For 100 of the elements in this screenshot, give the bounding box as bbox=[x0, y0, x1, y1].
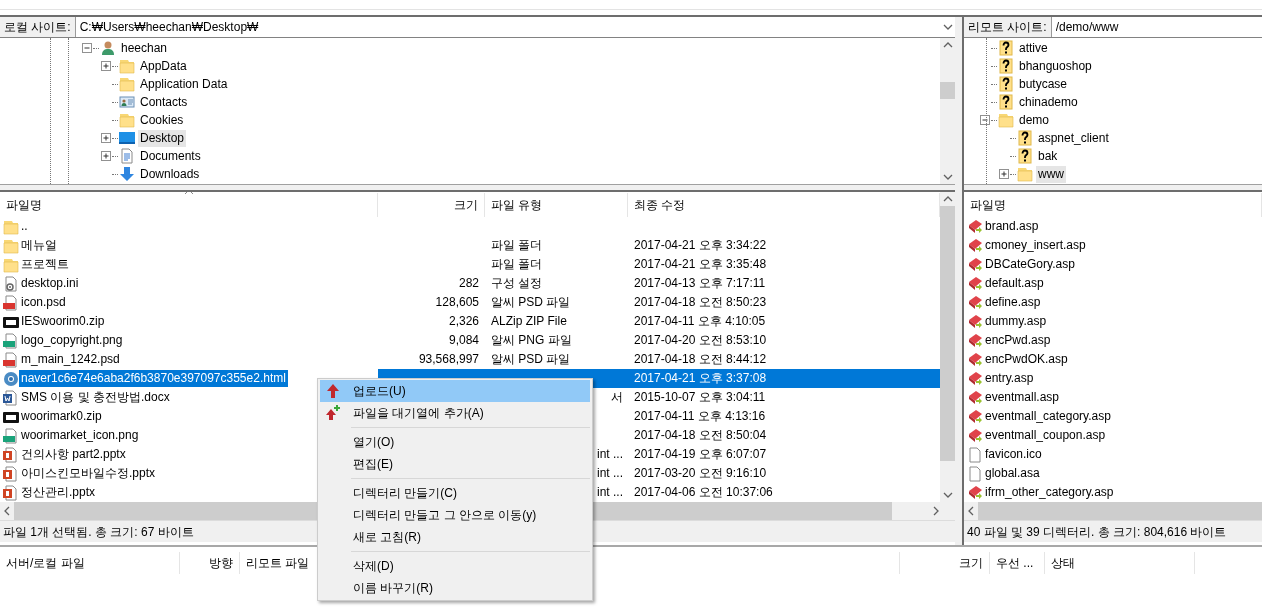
column-header[interactable]: 크기 bbox=[900, 552, 990, 574]
script-file-icon bbox=[967, 389, 983, 406]
file-name[interactable]: encPwdOK.asp bbox=[983, 351, 1070, 368]
file-name[interactable]: favicon.ico bbox=[983, 446, 1044, 463]
scroll-thumb[interactable] bbox=[940, 206, 955, 461]
presentation-file-icon bbox=[3, 465, 19, 482]
file-name[interactable]: cmoney_insert.asp bbox=[983, 237, 1088, 254]
expand-toggle[interactable] bbox=[101, 60, 112, 72]
question-folder-icon bbox=[998, 40, 1014, 56]
file-icon bbox=[967, 465, 983, 482]
splitter[interactable] bbox=[964, 184, 1262, 192]
menu-item[interactable]: 편집(E) bbox=[320, 453, 590, 475]
modified-date: 2017-04-18 오전 8:44:12 bbox=[634, 352, 767, 366]
column-header[interactable]: 파일명 bbox=[964, 193, 1262, 217]
file-type: 서 bbox=[611, 390, 623, 404]
menu-item[interactable]: 삭제(D) bbox=[320, 555, 590, 577]
expand-toggle[interactable] bbox=[101, 132, 112, 144]
tree-item[interactable]: Desktop bbox=[138, 129, 187, 147]
tree-item[interactable]: Contacts bbox=[138, 93, 190, 111]
expand-toggle[interactable] bbox=[101, 150, 112, 162]
file-name[interactable]: entry.asp bbox=[983, 370, 1036, 387]
collapse-toggle[interactable] bbox=[82, 42, 93, 54]
menu-label: 디렉터리 만들기(C) bbox=[353, 485, 457, 502]
file-name[interactable]: 건의사항 part2.pptx bbox=[19, 446, 128, 463]
tree-item[interactable]: Application Data bbox=[138, 75, 230, 93]
file-name[interactable]: 프로젝트 bbox=[19, 256, 71, 273]
tree-item[interactable]: bak bbox=[1036, 147, 1060, 165]
column-header[interactable]: 서버/로컬 파일 bbox=[0, 552, 180, 574]
file-name[interactable]: ifrm_other_category.asp bbox=[983, 484, 1116, 501]
column-header[interactable]: 우선 ... bbox=[990, 552, 1045, 574]
settings-file-icon bbox=[3, 275, 19, 292]
image-file-icon bbox=[3, 332, 19, 349]
expand-toggle[interactable] bbox=[999, 168, 1010, 180]
image-file-icon bbox=[3, 427, 19, 444]
menu-item[interactable]: 파일을 대기열에 추가(A) bbox=[320, 402, 590, 424]
scrollbar[interactable] bbox=[940, 38, 955, 184]
scrollbar[interactable] bbox=[940, 192, 955, 502]
file-name[interactable]: DBCateGory.asp bbox=[983, 256, 1077, 273]
file-type: int ... bbox=[597, 466, 623, 480]
tree-item[interactable]: chinademo bbox=[1017, 93, 1080, 111]
presentation-file-icon bbox=[3, 484, 19, 501]
presentation-file-icon bbox=[3, 446, 19, 463]
file-name[interactable]: define.asp bbox=[983, 294, 1043, 311]
modified-date: 2017-04-18 오전 8:50:04 bbox=[634, 428, 767, 442]
file-name[interactable]: SMS 이용 및 충전방법.docx bbox=[19, 389, 172, 406]
tree-item[interactable]: Cookies bbox=[138, 111, 186, 129]
file-name[interactable]: m_main_1242.psd bbox=[19, 351, 122, 368]
word-document-icon bbox=[3, 389, 19, 406]
tree-item[interactable]: aspnet_client bbox=[1036, 129, 1111, 147]
modified-date: 2017-03-20 오전 9:16:10 bbox=[634, 466, 767, 480]
file-name[interactable]: naver1c6e74e6aba2f6b3870e397097c355e2.html bbox=[19, 370, 288, 387]
tree-item[interactable]: demo bbox=[1017, 111, 1052, 129]
folder-icon bbox=[119, 76, 135, 92]
column-header[interactable]: 파일 유형 bbox=[485, 193, 628, 217]
splitter[interactable] bbox=[0, 184, 955, 192]
tree-item[interactable]: attive bbox=[1017, 39, 1050, 57]
modified-date: 2017-04-21 오후 3:35:48 bbox=[634, 257, 767, 271]
menu-item[interactable]: 업로드(U) bbox=[320, 380, 590, 402]
file-name[interactable]: woorimark0.zip bbox=[19, 408, 104, 425]
file-name[interactable]: dummy.asp bbox=[983, 313, 1049, 330]
file-name[interactable]: logo_copyright.png bbox=[19, 332, 125, 349]
file-name[interactable]: encPwd.asp bbox=[983, 332, 1053, 349]
column-header[interactable]: 크기 bbox=[378, 193, 485, 217]
monitor-icon bbox=[119, 130, 135, 146]
tree-item[interactable]: Documents bbox=[138, 147, 203, 165]
column-header[interactable]: 상태 bbox=[1045, 552, 1195, 574]
file-name[interactable]: woorimarket_icon.png bbox=[19, 427, 141, 444]
tree-item[interactable]: bhanguoshop bbox=[1017, 57, 1094, 75]
script-file-icon bbox=[967, 370, 983, 387]
file-name[interactable]: brand.asp bbox=[983, 218, 1041, 235]
user-icon bbox=[100, 40, 116, 56]
file-name[interactable]: global.asa bbox=[983, 465, 1042, 482]
file-type: 알씨 PNG 파일 bbox=[491, 333, 572, 347]
tree-item[interactable]: heechan bbox=[119, 39, 170, 57]
file-name[interactable]: icon.psd bbox=[19, 294, 68, 311]
file-name[interactable]: IESwoorim0.zip bbox=[19, 313, 107, 330]
scroll-thumb[interactable] bbox=[940, 82, 955, 99]
file-name[interactable]: 메뉴얼 bbox=[19, 237, 59, 254]
tree-item[interactable]: AppData bbox=[138, 57, 189, 75]
menu-item[interactable]: 이름 바꾸기(R) bbox=[320, 577, 590, 599]
file-name[interactable]: desktop.ini bbox=[19, 275, 81, 292]
file-size: 93,568,997 bbox=[418, 352, 479, 366]
file-name[interactable]: eventmall.asp bbox=[983, 389, 1062, 406]
file-name[interactable]: eventmall_coupon.asp bbox=[983, 427, 1108, 444]
menu-item[interactable]: 열기(O) bbox=[320, 431, 590, 453]
tree-item[interactable]: Downloads bbox=[138, 165, 202, 183]
file-name[interactable]: 정산관리.pptx bbox=[19, 484, 97, 501]
file-name[interactable]: .. bbox=[19, 218, 30, 235]
collapse-toggle[interactable] bbox=[980, 114, 991, 126]
column-header[interactable]: 파일명 bbox=[0, 193, 378, 217]
folder-icon bbox=[3, 237, 19, 254]
file-name[interactable]: 아미스킨모바일수정.pptx bbox=[19, 465, 157, 482]
document-icon bbox=[119, 148, 135, 164]
column-header[interactable]: 방향 bbox=[180, 552, 240, 574]
file-name[interactable]: eventmall_category.asp bbox=[983, 408, 1113, 425]
tree-item[interactable]: www bbox=[1036, 165, 1066, 183]
menu-label: 열기(O) bbox=[353, 434, 395, 451]
tree-item[interactable]: butycase bbox=[1017, 75, 1070, 93]
menu-item[interactable]: 디렉터리 만들기(C) bbox=[320, 482, 590, 504]
file-name[interactable]: default.asp bbox=[983, 275, 1046, 292]
